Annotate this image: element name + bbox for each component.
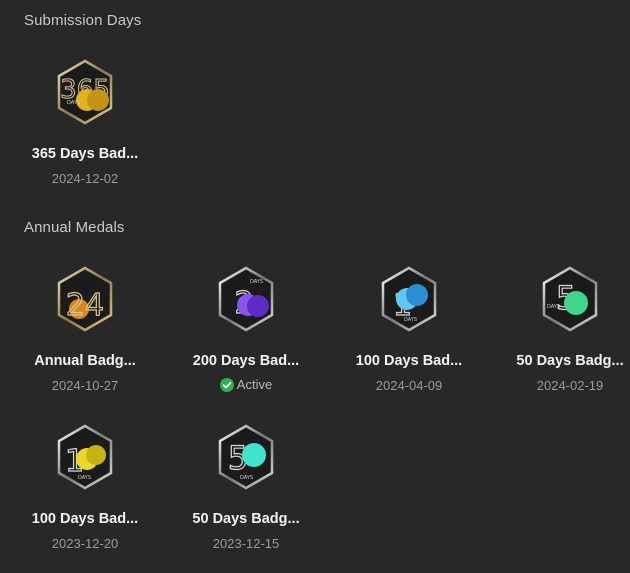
badge-50-days-2023-icon[interactable]: 5 DAYS: [212, 423, 280, 491]
badge-name: 365 Days Bad...: [31, 146, 139, 162]
badge-date: 2024-12-02: [51, 171, 119, 186]
badge-name: 100 Days Bad...: [355, 353, 463, 369]
badge-date: 2023-12-20: [51, 536, 119, 551]
section-title-submission-days: Submission Days: [24, 12, 142, 29]
badge-date: 2024-04-09: [375, 378, 443, 393]
badge-date: 2023-12-15: [212, 536, 280, 551]
svg-text:24: 24: [66, 288, 104, 323]
badge-100-days-2023-icon[interactable]: 1 DAYS: [51, 423, 119, 491]
status-badge: Active: [181, 377, 311, 392]
badges-panel: Submission Days 365 DAYS 365 Days Bad...…: [0, 0, 630, 573]
badge-100-days-icon[interactable]: 1 DAYS: [375, 265, 443, 333]
badge-card[interactable]: 365 DAYS 365 Days Bad... 2024-12-02: [20, 58, 150, 198]
svg-text:DAYS: DAYS: [250, 279, 263, 285]
svg-text:DAYS: DAYS: [404, 317, 417, 323]
svg-text:DAYS: DAYS: [240, 475, 253, 481]
svg-text:DAYS: DAYS: [547, 304, 560, 310]
badge-name: 100 Days Bad...: [31, 511, 139, 527]
badge-annual-24-icon[interactable]: 24: [51, 265, 119, 333]
badge-200-days-icon[interactable]: 2 DAYS: [212, 265, 280, 333]
badge-card[interactable]: 24 Annual Badg... 2024-10-27: [20, 265, 150, 405]
badge-name: 200 Days Bad...: [192, 353, 300, 369]
svg-text:DAYS: DAYS: [67, 100, 80, 106]
section-title-annual-medals: Annual Medals: [24, 219, 125, 236]
svg-text:DAYS: DAYS: [78, 475, 91, 481]
badge-card[interactable]: 1 DAYS 100 Days Bad... 2023-12-20: [20, 423, 150, 563]
badge-card[interactable]: 1 DAYS 100 Days Bad... 2024-04-09: [344, 265, 474, 405]
badge-name: 50 Days Badg...: [192, 511, 300, 527]
status-label: Active: [236, 377, 273, 392]
badge-365-days-icon[interactable]: 365 DAYS: [51, 58, 119, 126]
badge-card[interactable]: 5 DAYS 50 Days Badg... 2023-12-15: [181, 423, 311, 563]
badge-date: 2024-02-19: [536, 378, 604, 393]
badge-50-days-icon[interactable]: 5 DAYS: [536, 265, 604, 333]
check-circle-icon: [219, 377, 234, 392]
badge-card[interactable]: 5 DAYS 50 Days Badg... 2024-02-19: [505, 265, 630, 405]
badge-name: 50 Days Badg...: [516, 353, 624, 369]
badge-card[interactable]: 2 DAYS 200 Days Bad... Active: [181, 265, 311, 405]
badge-date: 2024-10-27: [51, 378, 119, 393]
badge-name: Annual Badg...: [34, 353, 136, 369]
